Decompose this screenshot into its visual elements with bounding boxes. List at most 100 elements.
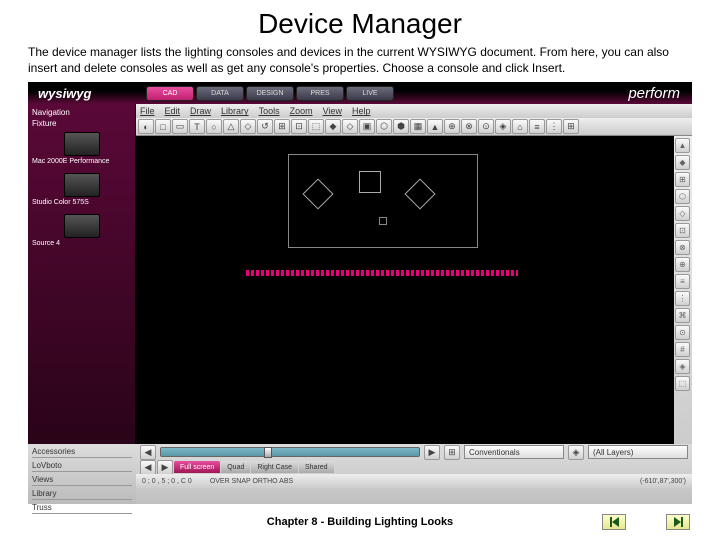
side-lovboto[interactable]: LoVboto — [32, 460, 132, 472]
fixture-shape[interactable] — [404, 179, 435, 210]
right-btn-14[interactable]: ⬚ — [675, 376, 690, 391]
side-truss[interactable]: Truss — [32, 502, 132, 514]
toolbar-btn-1[interactable]: □ — [155, 119, 171, 134]
right-btn-2[interactable]: ⊞ — [675, 172, 690, 187]
toolbar-btn-23[interactable]: ≡ — [529, 119, 545, 134]
side-library[interactable]: Library — [32, 488, 132, 500]
sidebar-bottom: Accessories LoVboto Views Library Truss — [28, 444, 136, 504]
slider-dec-icon[interactable]: ◀ — [140, 445, 156, 460]
menu-draw[interactable]: Draw — [190, 106, 211, 116]
toolbar-btn-0[interactable]: ◐ — [138, 119, 154, 134]
right-btn-9[interactable]: ⋮ — [675, 291, 690, 306]
toolbar-btn-22[interactable]: ⌂ — [512, 119, 528, 134]
side-views[interactable]: Views — [32, 474, 132, 486]
toolbar-btn-11[interactable]: ◆ — [325, 119, 341, 134]
vtab-shared[interactable]: Shared — [299, 461, 334, 473]
status-coord: 0 ; 0 , 5 ; 0 , C 0 — [142, 478, 192, 485]
slider-thumb[interactable] — [264, 447, 272, 458]
fixture-item[interactable]: Mac 2000E Performance — [32, 132, 131, 165]
toolbar-btn-21[interactable]: ◈ — [495, 119, 511, 134]
right-btn-10[interactable]: ⌘ — [675, 308, 690, 323]
menubar: File Edit Draw Library Tools Zoom View H… — [136, 104, 692, 118]
tab-pres[interactable]: PRES — [296, 86, 344, 101]
slider-inc-icon[interactable]: ▶ — [424, 445, 440, 460]
right-btn-11[interactable]: ⊙ — [675, 325, 690, 340]
right-btn-4[interactable]: ◇ — [675, 206, 690, 221]
menu-zoom[interactable]: Zoom — [290, 106, 313, 116]
menu-help[interactable]: Help — [352, 106, 371, 116]
fixture-header: Fixture — [32, 119, 131, 128]
toolbar-btn-10[interactable]: ⬚ — [308, 119, 324, 134]
toolbar-btn-9[interactable]: ⊡ — [291, 119, 307, 134]
side-accessories[interactable]: Accessories — [32, 446, 132, 458]
toolbar-btn-14[interactable]: ⬡ — [376, 119, 392, 134]
menu-library[interactable]: Library — [221, 106, 249, 116]
slider[interactable] — [160, 447, 420, 457]
truss-bar[interactable] — [246, 270, 518, 276]
toolbar-btn-6[interactable]: ◇ — [240, 119, 256, 134]
toolbar-btn-17[interactable]: ▲ — [427, 119, 443, 134]
vtab-fullscreen[interactable]: Full screen — [174, 461, 220, 473]
toolbar-btn-18[interactable]: ⊕ — [444, 119, 460, 134]
right-btn-5[interactable]: ⊡ — [675, 223, 690, 238]
dropdown-conventionals[interactable]: Conventionals — [464, 445, 564, 459]
toolbar-btn-5[interactable]: △ — [223, 119, 239, 134]
right-btn-1[interactable]: ◆ — [675, 155, 690, 170]
toolbar-btn-24[interactable]: ⋮ — [546, 119, 562, 134]
toolbar-btn-16[interactable]: ▦ — [410, 119, 426, 134]
tab-design[interactable]: DESIGN — [246, 86, 294, 101]
menu-view[interactable]: View — [323, 106, 342, 116]
toolbar-btn-13[interactable]: ▣ — [359, 119, 375, 134]
vtab-rightcase[interactable]: Right Case — [251, 461, 298, 473]
canvas[interactable] — [136, 136, 674, 444]
toolbar-btn-20[interactable]: ⊙ — [478, 119, 494, 134]
menu-tools[interactable]: Tools — [259, 106, 280, 116]
brand-label: perform — [628, 85, 692, 102]
toolbar: ◐□▭T○△◇↺⊞⊡⬚◆◇▣⬡⬢▦▲⊕⊗⊙◈⌂≡⋮⊞ — [136, 118, 692, 136]
toolbar-btn-4[interactable]: ○ — [206, 119, 222, 134]
app-logo: wysiwyg — [28, 86, 136, 101]
stage-outline — [288, 154, 478, 248]
menu-edit[interactable]: Edit — [165, 106, 181, 116]
right-btn-12[interactable]: # — [675, 342, 690, 357]
fixture-item[interactable]: Studio Color 575S — [32, 173, 131, 206]
toolbar-btn-2[interactable]: ▭ — [172, 119, 188, 134]
right-btn-8[interactable]: ≡ — [675, 274, 690, 289]
fixture-shape[interactable] — [302, 179, 333, 210]
right-btn-7[interactable]: ⊕ — [675, 257, 690, 272]
dropdown-layers[interactable]: (All Layers) — [588, 445, 688, 459]
wysiwyg-app: wysiwyg CAD DATA DESIGN PRES LIVE perfor… — [28, 82, 692, 468]
layer-icon[interactable]: ⊞ — [444, 445, 460, 460]
right-btn-0[interactable]: ▲ — [675, 138, 690, 153]
toolbar-btn-8[interactable]: ⊞ — [274, 119, 290, 134]
vt-prev-icon[interactable]: ◀ — [140, 460, 156, 475]
bottom-panel: ◀ ▶ ⊞ Conventionals ◈ (All Layers) ◀ ▶ F… — [136, 444, 692, 504]
fixture-item[interactable]: Source 4 — [32, 214, 131, 247]
sidebar: Navigation Fixture Mac 2000E Performance… — [28, 104, 136, 444]
toolbar-btn-15[interactable]: ⬢ — [393, 119, 409, 134]
toolbar-btn-12[interactable]: ◇ — [342, 119, 358, 134]
vt-next-icon[interactable]: ▶ — [157, 460, 173, 475]
toolbar-btn-7[interactable]: ↺ — [257, 119, 273, 134]
page-footer: Chapter 8 - Building Lighting Looks — [0, 516, 720, 528]
prev-button[interactable] — [602, 514, 626, 530]
toolbar-btn-19[interactable]: ⊗ — [461, 119, 477, 134]
toolbar-btn-3[interactable]: T — [189, 119, 205, 134]
app-topbar: wysiwyg CAD DATA DESIGN PRES LIVE perfor… — [28, 82, 692, 104]
tab-data[interactable]: DATA — [196, 86, 244, 101]
right-btn-13[interactable]: ◈ — [675, 359, 690, 374]
vtab-quad[interactable]: Quad — [221, 461, 250, 473]
layer2-icon[interactable]: ◈ — [568, 445, 584, 460]
marker — [379, 217, 387, 225]
right-btn-3[interactable]: ⬡ — [675, 189, 690, 204]
toolbar-btn-25[interactable]: ⊞ — [563, 119, 579, 134]
right-btn-6[interactable]: ⊗ — [675, 240, 690, 255]
fixture-shape[interactable] — [359, 171, 381, 193]
tab-cad[interactable]: CAD — [146, 86, 194, 101]
menu-file[interactable]: File — [140, 106, 155, 116]
status-pos: (-610',87',300') — [640, 478, 686, 485]
fixture-icon — [64, 173, 100, 197]
status-modes: OVER SNAP ORTHO ABS — [210, 478, 293, 485]
next-button[interactable] — [666, 514, 690, 530]
tab-live[interactable]: LIVE — [346, 86, 394, 101]
